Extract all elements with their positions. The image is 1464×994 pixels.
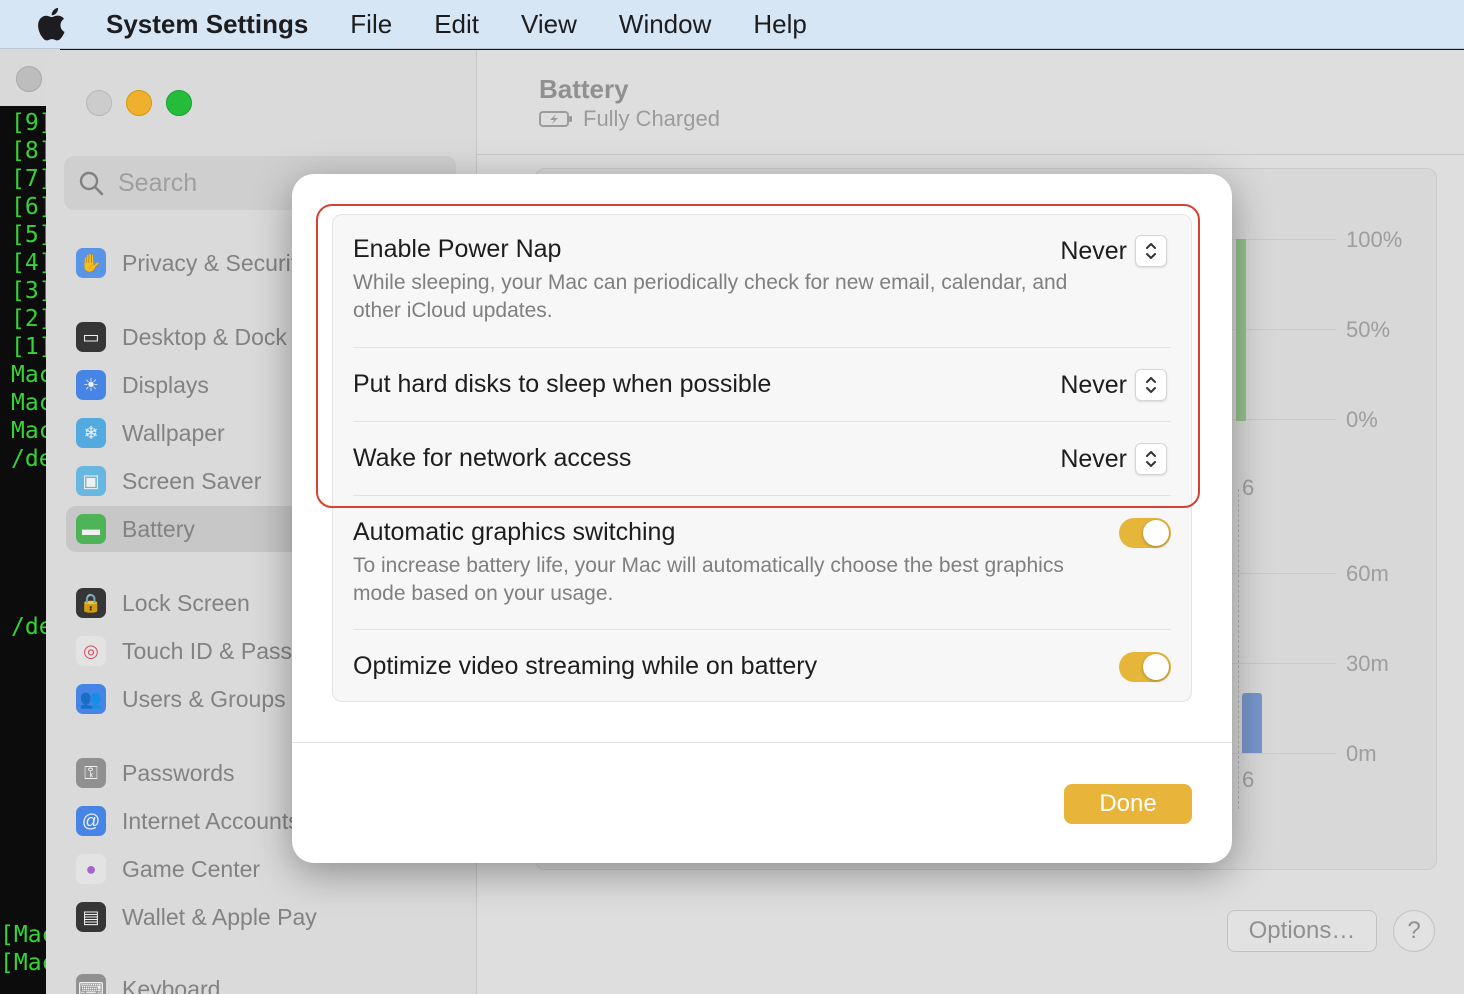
hard-disk-sleep-row: Put hard disks to sleep when possible Ne… — [333, 348, 1191, 422]
video-streaming-toggle[interactable] — [1119, 652, 1171, 682]
video-streaming-row: Optimize video streaming while on batter… — [333, 630, 1191, 701]
done-button[interactable]: Done — [1064, 784, 1192, 824]
wake-network-popup[interactable]: Never — [1060, 443, 1167, 475]
options-group: Enable Power Nap While sleeping, your Ma… — [332, 214, 1192, 702]
video-streaming-label: Optimize video streaming while on batter… — [353, 652, 818, 680]
hard-disk-sleep-value: Never — [1060, 370, 1127, 399]
options-sheet: Enable Power Nap While sleeping, your Ma… — [292, 174, 1232, 863]
menu-bar: System Settings File Edit View Window He… — [0, 0, 1464, 49]
power-nap-label: Enable Power Nap — [353, 235, 562, 263]
menu-help[interactable]: Help — [753, 9, 806, 40]
menu-window[interactable]: Window — [619, 9, 711, 40]
wake-network-label: Wake for network access — [353, 444, 632, 472]
hard-disk-sleep-popup[interactable]: Never — [1060, 369, 1167, 401]
graphics-switching-row: Automatic graphics switching To increase… — [333, 496, 1191, 630]
up-down-chevron-icon — [1135, 369, 1167, 401]
toggle-knob — [1143, 520, 1169, 546]
wake-network-value: Never — [1060, 444, 1127, 473]
toggle-knob — [1143, 654, 1169, 680]
graphics-switching-description: To increase battery life, your Mac will … — [353, 554, 1064, 605]
graphics-switching-toggle[interactable] — [1119, 518, 1171, 548]
menu-edit[interactable]: Edit — [434, 9, 479, 40]
up-down-chevron-icon — [1135, 443, 1167, 475]
menu-file[interactable]: File — [350, 9, 392, 40]
power-nap-popup[interactable]: Never — [1060, 235, 1167, 267]
menu-view[interactable]: View — [521, 9, 577, 40]
menu-app-name[interactable]: System Settings — [106, 9, 308, 40]
apple-menu-icon[interactable] — [36, 7, 76, 41]
wake-network-row: Wake for network access Never — [333, 422, 1191, 496]
sheet-footer-divider — [292, 742, 1232, 743]
hard-disk-sleep-label: Put hard disks to sleep when possible — [353, 370, 772, 398]
power-nap-row: Enable Power Nap While sleeping, your Ma… — [333, 215, 1191, 348]
up-down-chevron-icon — [1135, 235, 1167, 267]
power-nap-description: While sleeping, your Mac can periodicall… — [353, 271, 1068, 322]
graphics-switching-label: Automatic graphics switching — [353, 518, 676, 546]
power-nap-value: Never — [1060, 236, 1127, 265]
